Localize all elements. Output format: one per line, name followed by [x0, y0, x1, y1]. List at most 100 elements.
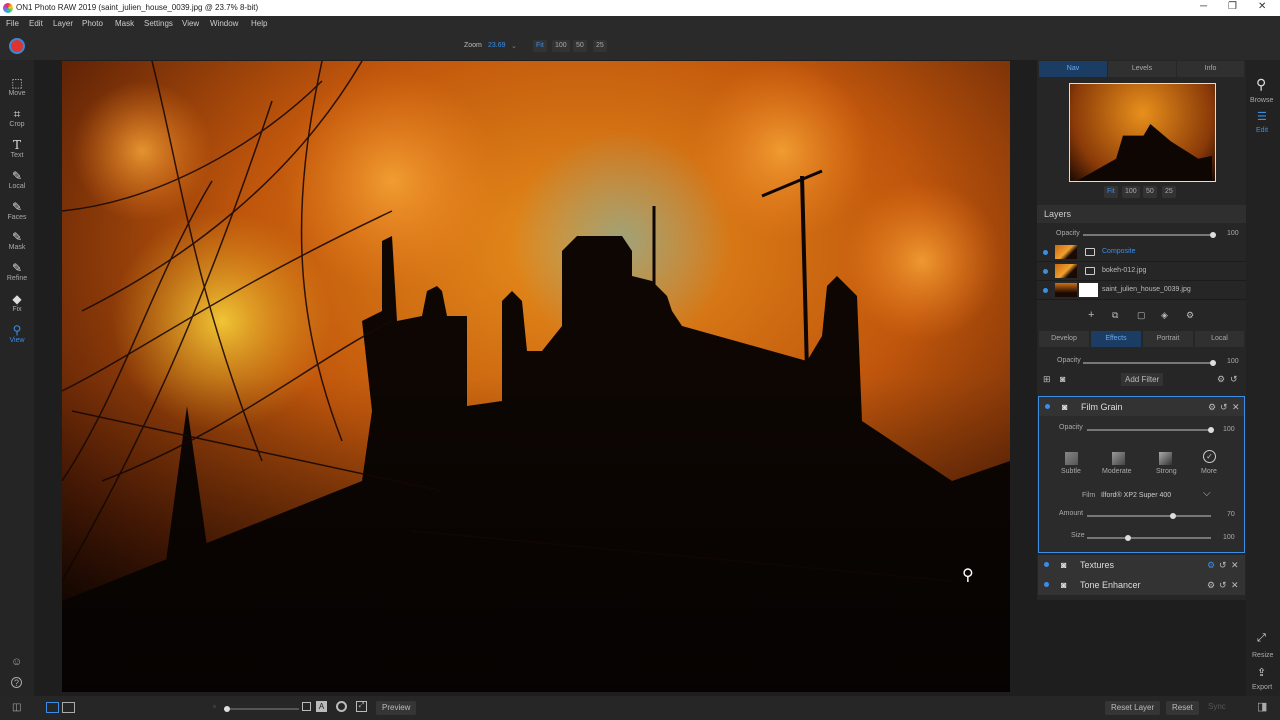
preset-moderate-label[interactable]: Moderate	[1102, 468, 1132, 475]
tool-mask[interactable]: ✎ Mask	[0, 228, 34, 258]
layer-mask-thumbnail[interactable]	[1079, 283, 1098, 297]
minimize-icon[interactable]: ─	[1200, 1, 1207, 12]
reset-layer-button[interactable]: Reset Layer	[1105, 701, 1161, 715]
chevron-down-icon[interactable]: ⌄	[511, 42, 517, 50]
help-icon[interactable]: ?	[11, 677, 22, 688]
browse-label[interactable]: Browse	[1250, 97, 1273, 104]
zoom-fit-button[interactable]: Fit	[533, 40, 547, 52]
effects-opacity-value[interactable]: 100	[1227, 358, 1239, 365]
single-view-icon[interactable]	[46, 702, 59, 713]
tool-refine[interactable]: ✎ Refine	[0, 259, 34, 289]
amount-value[interactable]: 70	[1227, 511, 1235, 518]
chevron-down-icon[interactable]: ⌵	[1203, 488, 1211, 499]
tab-effects[interactable]: Effects	[1091, 331, 1141, 347]
tool-local[interactable]: ✎ Local	[0, 167, 34, 197]
film-select[interactable]: Ilford® XP2 Super 400	[1101, 492, 1171, 499]
size-slider[interactable]	[1087, 535, 1211, 541]
tab-local[interactable]: Local	[1195, 331, 1244, 347]
tone-enhancer-header[interactable]: ◙ Tone Enhancer ⚙ ↺ ✕	[1038, 575, 1245, 595]
settings-icon[interactable]: ⚙	[1207, 555, 1215, 575]
layer-name[interactable]: bokeh-012.jpg	[1102, 267, 1146, 274]
layer-name[interactable]: Composite	[1102, 248, 1135, 255]
preset-strong-icon[interactable]	[1159, 452, 1172, 465]
preset-subtle-icon[interactable]	[1065, 452, 1078, 465]
merge-layers-icon[interactable]: ◈	[1161, 310, 1168, 321]
size-value[interactable]: 100	[1223, 534, 1235, 541]
menu-edit[interactable]: Edit	[29, 19, 43, 28]
zoom-value[interactable]: 23.69	[488, 42, 506, 49]
mask-icon[interactable]	[1085, 248, 1095, 256]
tab-info[interactable]: Info	[1177, 61, 1244, 77]
auto-icon[interactable]: A	[316, 701, 327, 712]
nav-50-button[interactable]: 50	[1143, 186, 1157, 198]
reset-button[interactable]: Reset	[1166, 701, 1199, 715]
visibility-icon[interactable]	[1043, 288, 1048, 293]
zoom-25-button[interactable]: 25	[593, 40, 607, 52]
visibility-icon[interactable]	[1043, 250, 1048, 255]
layers-header[interactable]: Layers	[1037, 205, 1246, 223]
maximize-icon[interactable]: ❐	[1228, 1, 1237, 12]
menu-photo[interactable]: Photo	[82, 19, 103, 28]
export-icon[interactable]: ⇪	[1257, 666, 1266, 679]
tab-develop[interactable]: Develop	[1039, 331, 1089, 347]
slider-knob[interactable]	[1210, 232, 1216, 238]
panel-toggle-icon[interactable]: ◫	[12, 702, 21, 713]
close-icon[interactable]: ✕	[1231, 555, 1239, 575]
nav-fit-button[interactable]: Fit	[1104, 186, 1118, 198]
zoom-50-button[interactable]: 50	[573, 40, 587, 52]
visibility-icon[interactable]	[1043, 269, 1048, 274]
menu-view[interactable]: View	[182, 19, 199, 28]
tool-text[interactable]: T Text	[0, 136, 34, 166]
layer-row[interactable]: saint_julien_house_0039.jpg	[1037, 281, 1246, 300]
presets-icon[interactable]: ⊞	[1043, 374, 1051, 385]
filmstrip-view-icon[interactable]	[62, 702, 75, 713]
add-layer-icon[interactable]: +	[1088, 309, 1094, 321]
preset-more-label[interactable]: More	[1201, 468, 1217, 475]
tool-view[interactable]: ⚲ View	[0, 321, 34, 351]
tool-move[interactable]: ⬚ Move	[0, 74, 34, 104]
resize-icon[interactable]: ⤢	[1257, 632, 1266, 645]
settings-icon[interactable]: ⚙	[1208, 397, 1216, 417]
filter-enable-icon[interactable]	[1044, 582, 1049, 587]
effects-opacity-slider[interactable]	[1083, 360, 1216, 366]
mask-icon[interactable]: ◙	[1062, 397, 1067, 417]
amount-slider[interactable]	[1087, 513, 1211, 519]
add-filter-button[interactable]: Add Filter	[1121, 373, 1164, 386]
menu-window[interactable]: Window	[210, 19, 238, 28]
thumbnail-small-icon[interactable]: ▫	[213, 702, 216, 711]
menu-mask[interactable]: Mask	[115, 19, 134, 28]
export-label[interactable]: Export	[1252, 684, 1272, 691]
edit-icon[interactable]: ☰	[1257, 110, 1267, 123]
settings-icon[interactable]: ⚙	[1207, 575, 1215, 595]
tool-fix[interactable]: ◆ Fix	[0, 290, 34, 320]
close-icon[interactable]: ✕	[1258, 1, 1266, 12]
slider-knob[interactable]	[1170, 513, 1176, 519]
preset-subtle-label[interactable]: Subtle	[1061, 468, 1081, 475]
nav-25-button[interactable]: 25	[1162, 186, 1176, 198]
zoom-100-button[interactable]: 100	[552, 40, 570, 52]
filter-enable-icon[interactable]	[1045, 404, 1050, 409]
compare-icon[interactable]	[302, 702, 311, 711]
menu-file[interactable]: File	[6, 19, 19, 28]
mask-icon[interactable]: ◙	[1061, 555, 1066, 575]
menu-help[interactable]: Help	[251, 19, 267, 28]
preset-strong-label[interactable]: Strong	[1156, 468, 1177, 475]
user-icon[interactable]: ☺	[11, 656, 22, 668]
duplicate-layer-icon[interactable]: ⧉	[1112, 310, 1118, 321]
layer-row[interactable]: Composite	[1037, 243, 1246, 262]
copy-layer-icon[interactable]: ▢	[1137, 310, 1146, 321]
on1-logo-icon[interactable]	[9, 38, 25, 54]
reset-icon[interactable]: ↺	[1220, 397, 1228, 417]
close-icon[interactable]: ✕	[1231, 575, 1239, 595]
photo-canvas[interactable]: ⚲	[62, 61, 1010, 692]
layer-row[interactable]: bokeh-012.jpg	[1037, 262, 1246, 281]
tab-nav[interactable]: Nav	[1039, 61, 1107, 77]
reset-icon[interactable]: ↺	[1230, 374, 1238, 385]
settings-icon[interactable]: ⚙	[1217, 374, 1225, 385]
tool-faces[interactable]: ✎ Faces	[0, 198, 34, 228]
mask-view-icon[interactable]	[336, 701, 347, 712]
tool-crop[interactable]: ⌗ Crop	[0, 105, 34, 135]
tab-portrait[interactable]: Portrait	[1143, 331, 1193, 347]
nav-100-button[interactable]: 100	[1122, 186, 1140, 198]
reset-icon[interactable]: ↺	[1219, 575, 1227, 595]
